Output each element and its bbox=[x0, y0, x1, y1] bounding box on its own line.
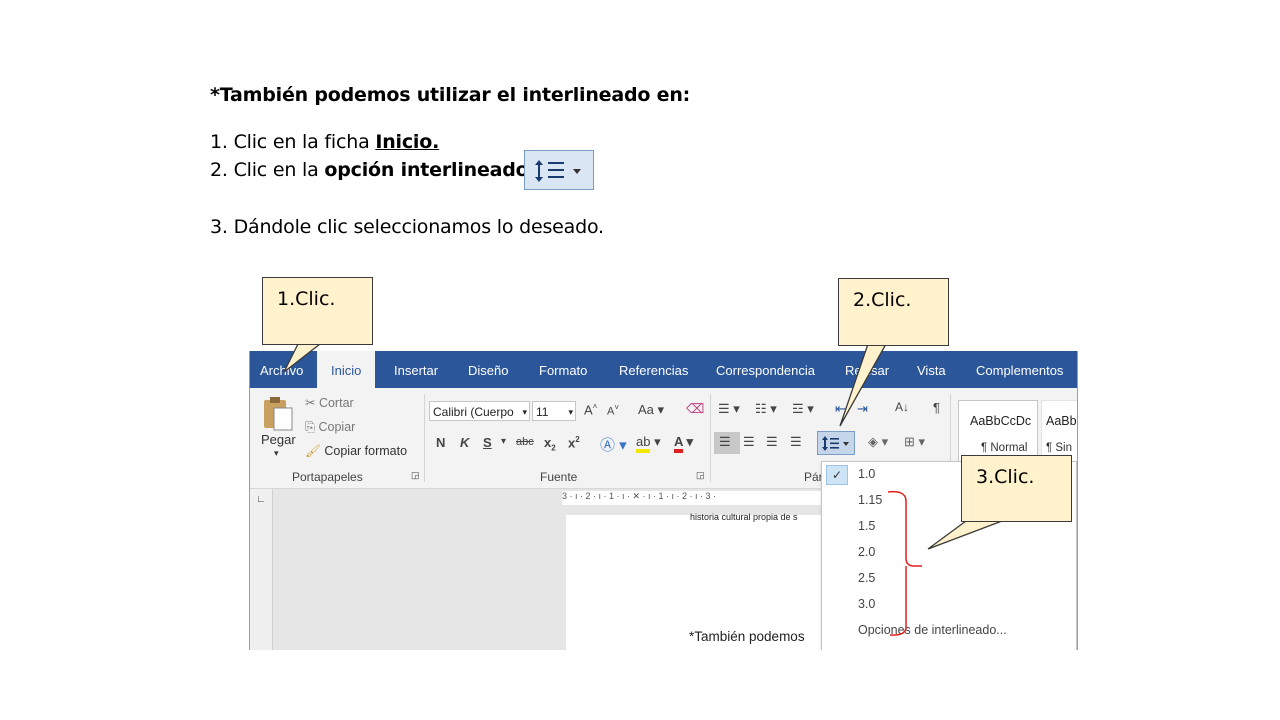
annotation-overlay bbox=[283, 343, 1003, 636]
callout-1-pointer bbox=[283, 343, 322, 373]
callout-3-text: 3.Clic. bbox=[976, 466, 1035, 488]
callout-3: 3.Clic. bbox=[961, 455, 1072, 522]
callout-1-text: 1.Clic. bbox=[277, 288, 336, 310]
callout-2-pointer bbox=[839, 343, 888, 427]
red-bracket bbox=[887, 490, 922, 636]
callout-3-pointer bbox=[927, 520, 1003, 550]
callout-2-text: 2.Clic. bbox=[853, 289, 912, 311]
callout-2: 2.Clic. bbox=[838, 278, 949, 346]
callout-1: 1.Clic. bbox=[262, 277, 373, 345]
